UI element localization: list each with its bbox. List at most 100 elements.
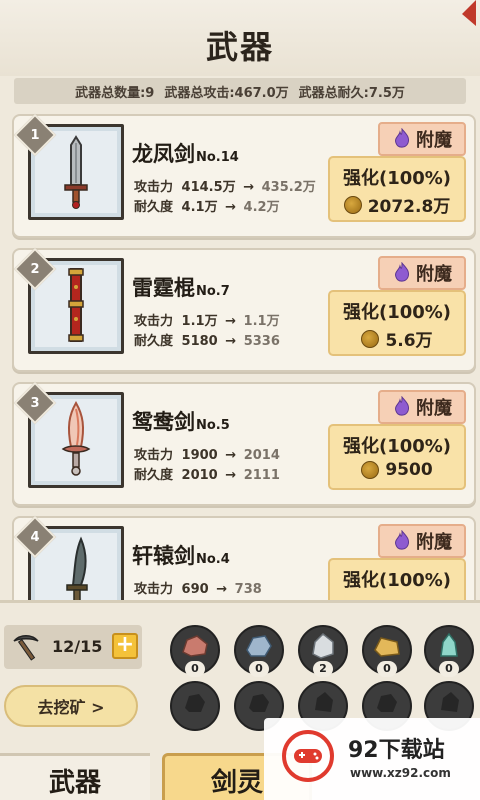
- durability-next: 4.2万: [243, 200, 280, 215]
- weapon-name-row: 鸳鸯剑 No.5: [132, 406, 230, 436]
- enchant-button[interactable]: 附魔: [378, 524, 466, 558]
- upgrade-cost: 5.6万: [330, 326, 464, 351]
- magic-flame-icon: [395, 262, 409, 282]
- ore-slot[interactable]: 0: [170, 625, 220, 677]
- coin-icon: [361, 461, 380, 479]
- silver-ore-icon: [312, 632, 334, 659]
- enchant-label: 附魔: [416, 532, 452, 553]
- attack-stat: 攻击力 690 → 738: [134, 578, 262, 597]
- weapon-list[interactable]: 1 龙凤剑 No.14 攻击力 414.5万 → 435.2万 耐久度 4.1万…: [0, 108, 480, 600]
- tab-weapons[interactable]: 武器: [0, 753, 150, 800]
- go-mining-button[interactable]: 去挖矿 >: [4, 685, 138, 727]
- watermark-title: 92下载站: [348, 738, 445, 763]
- enchant-button[interactable]: 附魔: [378, 390, 466, 424]
- durability-current: 2010: [181, 468, 218, 483]
- arrow-right-icon: →: [225, 334, 237, 349]
- attack-next: 435.2万: [261, 180, 316, 195]
- ore-slot[interactable]: 0: [362, 625, 412, 677]
- attack-label: 攻击力: [134, 448, 174, 463]
- attack-current: 690: [181, 582, 209, 597]
- upgrade-button[interactable]: 强化(100%) 5.6万: [328, 290, 466, 356]
- weapon-card[interactable]: 3 鸳鸯剑 No.5 攻击力 1900 → 2014 耐久度 2010 → 21…: [12, 381, 476, 506]
- ore-count: 0: [439, 661, 459, 677]
- attack-current: 414.5万: [181, 180, 236, 195]
- upgrade-label: 强化(100%): [342, 570, 452, 591]
- weapon-name-row: 轩辕剑 No.4: [132, 540, 230, 570]
- weapon-name: 鸳鸯剑: [132, 410, 195, 434]
- ore-count: 0: [185, 661, 205, 677]
- upgrade-cost: 9500: [330, 460, 464, 480]
- locked-ore-icon: [315, 692, 333, 712]
- gold-ingot-icon: [374, 637, 400, 657]
- upgrade-label: 强化(100%): [342, 168, 452, 189]
- durability-label: 耐久度: [134, 468, 174, 483]
- weapon-name-row: 雷霆棍 No.7: [132, 272, 230, 302]
- attack-next: 738: [234, 582, 262, 597]
- weapon-name-row: 龙凤剑 No.14: [132, 138, 239, 168]
- flag-icon[interactable]: [460, 0, 476, 26]
- ore-slot[interactable]: 2: [298, 625, 348, 677]
- attack-stat: 攻击力 1900 → 2014: [134, 444, 280, 463]
- locked-ore-slot: [170, 681, 220, 731]
- durability-current: 5180: [181, 334, 218, 349]
- arrow-right-icon: →: [225, 468, 237, 483]
- arrow-right-icon: →: [216, 582, 228, 597]
- weapon-card[interactable]: 4 轩辕剑 No.4 攻击力 690 → 738 附魔 强化(100%): [12, 515, 476, 600]
- enchant-label: 附魔: [416, 398, 452, 419]
- watermark: 92下载站 www.xz92.com: [264, 718, 480, 800]
- attack-current: 1900: [181, 448, 218, 463]
- rank-number: 2: [30, 261, 40, 277]
- magic-flame-icon: [395, 396, 409, 416]
- cost-value: 5.6万: [385, 331, 433, 351]
- locked-ore-icon: [249, 694, 269, 712]
- attack-label: 攻击力: [134, 582, 174, 597]
- durability-stat: 耐久度 5180 → 5336: [134, 330, 280, 349]
- attack-stat: 攻击力 414.5万 → 435.2万: [134, 176, 316, 195]
- arrow-right-icon: →: [225, 200, 237, 215]
- attack-label: 攻击力: [134, 314, 174, 329]
- attack-stat: 攻击力 1.1万 → 1.1万: [134, 310, 280, 329]
- ore-slot[interactable]: 0: [424, 625, 474, 677]
- locked-ore-icon: [377, 694, 397, 712]
- cost-value: 9500: [385, 460, 433, 480]
- coin-icon: [343, 195, 362, 214]
- gamepad-logo-icon: [282, 730, 334, 782]
- attack-next: 1.1万: [243, 314, 280, 329]
- coin-icon: [361, 329, 380, 348]
- durability-current: 4.1万: [181, 200, 218, 215]
- weapon-card[interactable]: 2 雷霆棍 No.7 攻击力 1.1万 → 1.1万 耐久度 5180 → 53…: [12, 247, 476, 372]
- watermark-url: www.xz92.com: [350, 766, 451, 780]
- ore-count: 0: [249, 661, 269, 677]
- enchant-label: 附魔: [416, 264, 452, 285]
- weapon-number: No.14: [196, 150, 239, 165]
- upgrade-button[interactable]: 强化(100%) 2072.8万: [328, 156, 466, 222]
- durability-next: 2111: [243, 468, 280, 483]
- locked-ore-icon: [185, 694, 205, 712]
- rank-number: 3: [30, 395, 40, 411]
- upgrade-button[interactable]: 强化(100%) 9500: [328, 424, 466, 490]
- upgrade-label: 强化(100%): [342, 436, 452, 457]
- durability-label: 耐久度: [134, 334, 174, 349]
- enchant-button[interactable]: 附魔: [378, 122, 466, 156]
- ore-slot[interactable]: 0: [234, 625, 284, 677]
- rank-number: 1: [30, 127, 40, 143]
- blue-ore-icon: [246, 635, 272, 657]
- attack-current: 1.1万: [181, 314, 218, 329]
- total-count: 武器总数量:9: [75, 85, 155, 101]
- weapon-name: 龙凤剑: [132, 142, 195, 166]
- upgrade-cost: 2072.8万: [330, 192, 464, 217]
- magic-flame-icon: [395, 530, 409, 550]
- add-pickaxe-button[interactable]: +: [112, 633, 138, 659]
- weapon-number: No.4: [196, 552, 230, 567]
- pickaxe-counter: 12/15 +: [4, 625, 142, 669]
- ore-count: 0: [377, 661, 397, 677]
- weapon-card[interactable]: 1 龙凤剑 No.14 攻击力 414.5万 → 435.2万 耐久度 4.1万…: [12, 113, 476, 238]
- pickaxe-icon: [13, 635, 39, 661]
- weapon-name: 轩辕剑: [132, 544, 195, 568]
- total-durability: 武器总耐久:7.5万: [298, 85, 405, 101]
- page-title: 武器: [205, 28, 274, 66]
- weapon-number: No.7: [196, 284, 230, 299]
- enchant-button[interactable]: 附魔: [378, 256, 466, 290]
- upgrade-button[interactable]: 强化(100%): [328, 558, 466, 600]
- red-ore-icon: [182, 635, 208, 657]
